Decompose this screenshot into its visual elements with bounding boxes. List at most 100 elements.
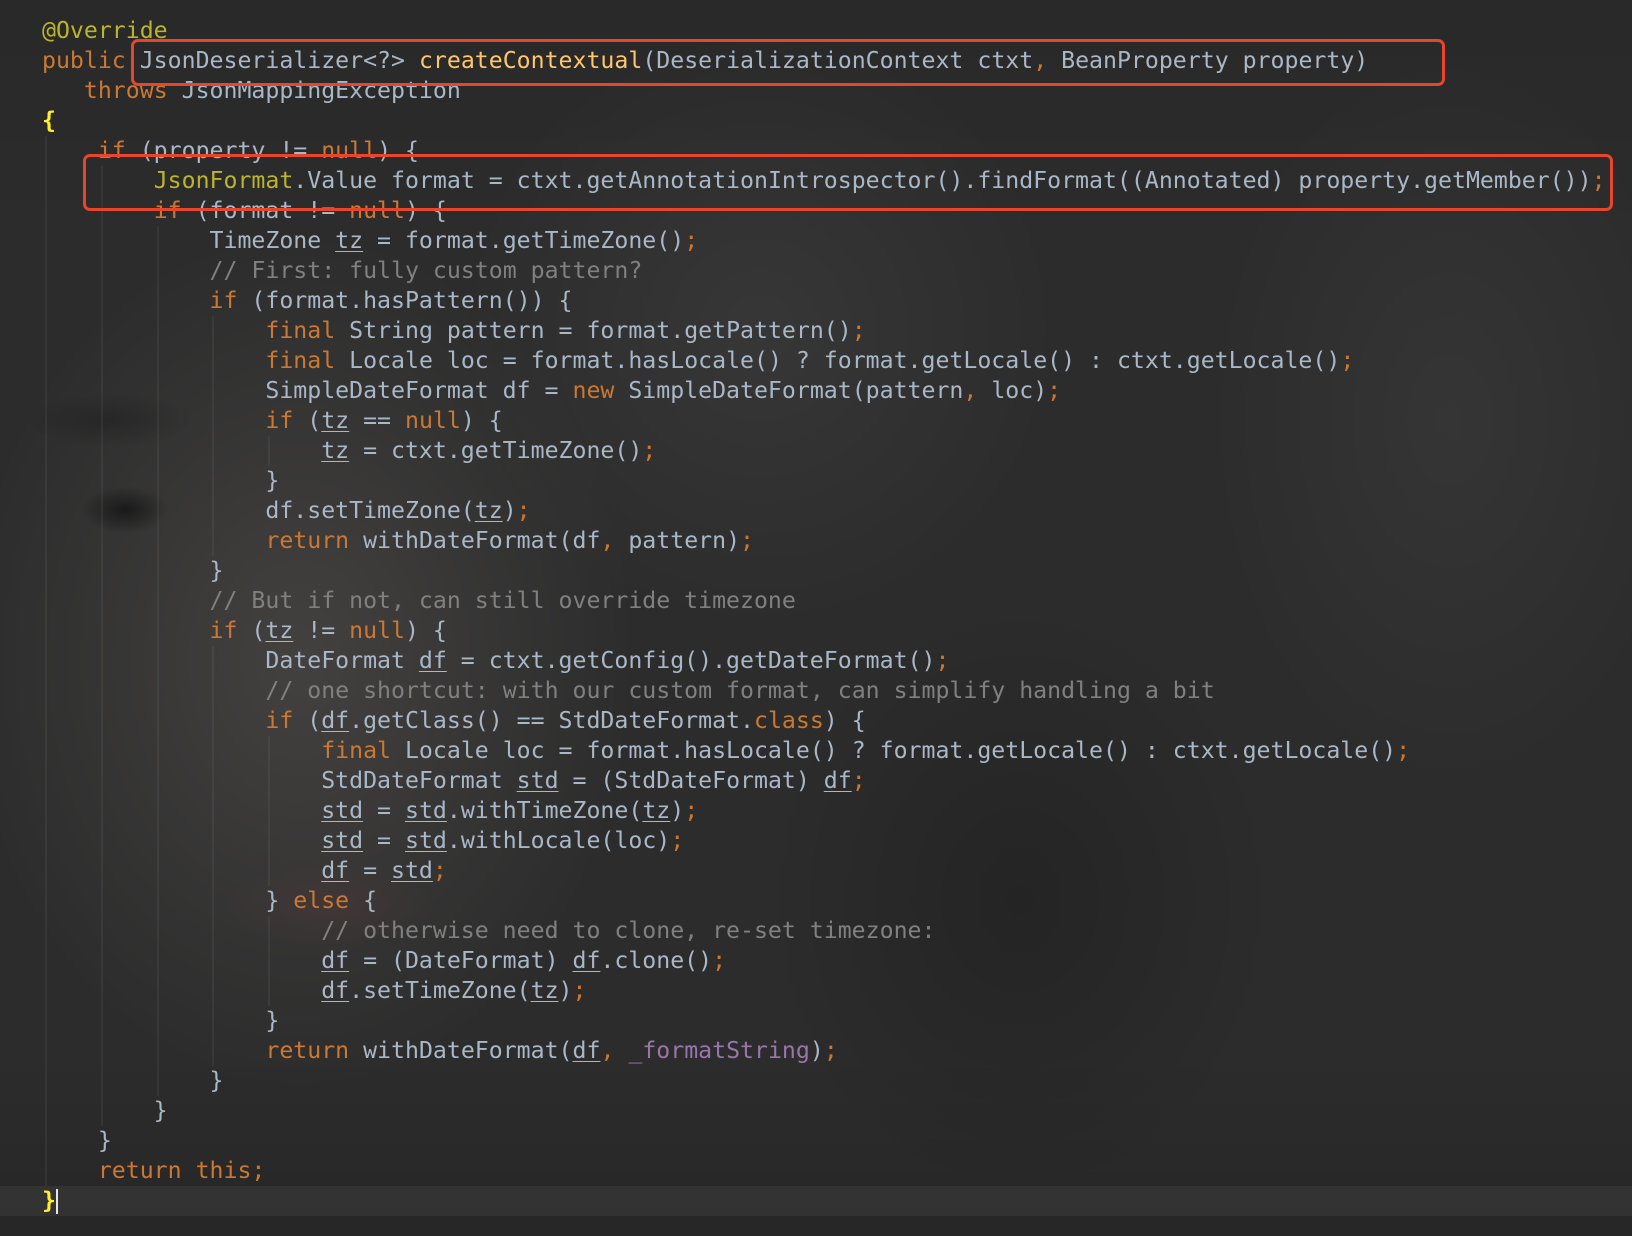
plain-token: = [363,827,405,854]
code-line[interactable]: // First: fully custom pattern? [42,256,1606,286]
keyword-token: null [349,617,405,644]
code-line[interactable]: // But if not, can still override timezo… [42,586,1606,616]
plain-token: = ctxt.getConfig().getDateFormat() [446,647,936,674]
code-line[interactable]: StdDateFormat std = (StdDateFormat) df; [42,766,1606,796]
plain-token: } [42,1127,112,1154]
code-line[interactable]: df.setTimeZone(tz); [42,976,1606,1006]
code-editor[interactable]: @Override public JsonDeserializer<?> crea… [42,16,1606,1216]
var-token: std [321,827,364,854]
code-line[interactable]: DateFormat df = ctxt.getConfig().getDate… [42,646,1606,676]
plain-token: ) [809,1037,824,1064]
plain-token: ( [237,617,266,644]
comment-token: // one shortcut: with our custom format,… [265,677,1215,704]
punct-token: ; [251,1157,266,1184]
code-line[interactable]: std = std.withTimeZone(tz); [42,796,1606,826]
punct-token: , [963,377,978,404]
plain-token: ) { [460,407,503,434]
code-line[interactable]: if (format.hasPattern()) { [42,286,1606,316]
keyword-token: return [265,527,350,554]
code-line[interactable]: } [42,1096,1606,1126]
code-line[interactable]: if (df.getClass() == StdDateFormat.class… [42,706,1606,736]
code-line[interactable]: // one shortcut: with our custom format,… [42,676,1606,706]
plain-token: ) [502,497,517,524]
keyword-token: final [321,737,392,764]
var-token: tz [335,227,364,254]
code-line[interactable]: if (format != null) { [42,196,1606,226]
code-line[interactable]: tz = ctxt.getTimeZone(); [42,436,1606,466]
var-token: std [516,767,559,794]
code-line[interactable]: return withDateFormat(df, _formatString)… [42,1036,1606,1066]
code-line[interactable]: final Locale loc = format.hasLocale() ? … [42,736,1606,766]
punct-token: , [600,527,615,554]
keyword-token: else [293,887,350,914]
plain-token: JsonDeserializer<?> [125,47,419,74]
var-token: df [572,1037,601,1064]
code-line[interactable]: if (tz != null) { [42,616,1606,646]
code-line[interactable]: } [42,1126,1606,1156]
code-line[interactable]: } [42,1066,1606,1096]
punct-token: , [600,1037,615,1064]
code-line[interactable]: @Override [42,16,1606,46]
punct-token: , [1033,47,1048,74]
code-line[interactable]: public JsonDeserializer<?> createContext… [42,46,1606,76]
var-token: tz [321,407,350,434]
plain-token: .getClass() == StdDateFormat. [349,707,754,734]
code-line[interactable]: } [42,466,1606,496]
punct-token: ; [851,317,866,344]
plain-token: SimpleDateFormat(pattern [614,377,964,404]
code-line[interactable]: return this; [42,1156,1606,1186]
plain-token: BeanProperty property) [1047,47,1369,74]
code-line[interactable]: } [42,1006,1606,1036]
plain-token: .clone() [600,947,713,974]
punct-token: ; [712,947,727,974]
keyword-token: public [42,47,126,74]
field-token: _formatString [628,1037,810,1064]
code-line[interactable]: if (property != null) { [42,136,1606,166]
plain-token: loc) [977,377,1048,404]
code-line[interactable]: JsonFormat.Value format = ctxt.getAnnota… [42,166,1606,196]
punct-token: ; [684,227,699,254]
code-line[interactable]: final Locale loc = format.hasLocale() ? … [42,346,1606,376]
code-line[interactable]: df = (DateFormat) df.clone(); [42,946,1606,976]
code-line[interactable]: return withDateFormat(df, pattern); [42,526,1606,556]
var-token: std [321,797,364,824]
code-line[interactable]: } [42,556,1606,586]
code-line[interactable]: df = std; [42,856,1606,886]
code-line[interactable]: if (tz == null) { [42,406,1606,436]
var-token: std [404,797,447,824]
plain-token: df.setTimeZone( [42,497,475,524]
plain-token: ) { [404,617,447,644]
plain-token: ) [670,797,685,824]
var-token: std [404,827,447,854]
keyword-token: return [97,1157,182,1184]
comment-token: // First: fully custom pattern? [209,257,643,284]
code-line[interactable]: // otherwise need to clone, re-set timez… [42,916,1606,946]
keyword-token: throws [83,77,168,104]
plain-token: (format.hasPattern()) { [237,287,573,314]
code-line[interactable]: TimeZone tz = format.getTimeZone(); [42,226,1606,256]
code-line[interactable]: } else { [42,886,1606,916]
code-line[interactable]: } [42,1186,1606,1216]
plain-token: Locale loc = format.hasLocale() ? format… [335,347,1341,374]
code-line[interactable]: { [42,106,1606,136]
var-token: tz [265,617,294,644]
code-line[interactable]: throws JsonMappingException [42,76,1606,106]
code-line[interactable]: df.setTimeZone(tz); [42,496,1606,526]
punct-token: ; [823,1037,838,1064]
code-line[interactable]: SimpleDateFormat df = new SimpleDateForm… [42,376,1606,406]
keyword-token: if [265,407,294,434]
annotation-token: @Override [42,17,168,44]
plain-token: } [42,1097,168,1124]
plain-token: SimpleDateFormat df = [42,377,573,404]
keyword-token: null [321,137,378,164]
punct-token: ; [642,437,657,464]
code-line[interactable]: final String pattern = format.getPattern… [42,316,1606,346]
keyword-token: null [349,197,405,224]
code-line[interactable]: std = std.withLocale(loc); [42,826,1606,856]
